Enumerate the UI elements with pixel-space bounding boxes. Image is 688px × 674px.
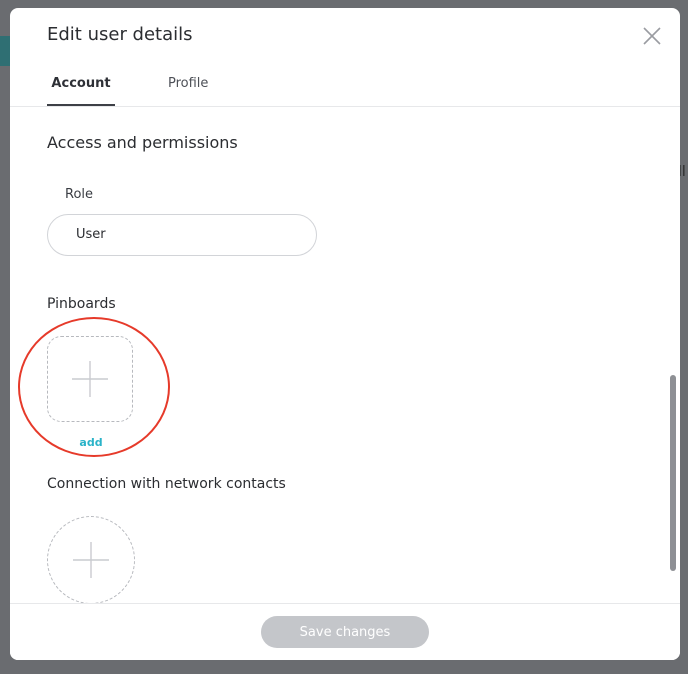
active-tab-indicator	[47, 104, 115, 106]
close-icon[interactable]	[640, 24, 664, 48]
modal-title: Edit user details	[47, 24, 193, 45]
pinboards-title: Pinboards	[47, 296, 116, 312]
tab-profile[interactable]: Profile	[168, 76, 208, 91]
save-changes-button[interactable]: Save changes	[261, 616, 429, 648]
modal-scroll-content: Access and permissions Role User Pinboar…	[10, 107, 680, 604]
plus-icon	[73, 542, 109, 578]
add-contact-button[interactable]	[47, 516, 135, 604]
tab-account[interactable]: Account	[47, 76, 115, 91]
role-select[interactable]: User	[47, 214, 317, 256]
connection-title: Connection with network contacts	[47, 476, 286, 492]
plus-icon	[72, 361, 108, 397]
background-chip	[0, 36, 10, 66]
role-label: Role	[65, 187, 94, 202]
role-value: User	[76, 227, 106, 242]
edit-user-modal: Edit user details Account Profile Access…	[10, 8, 680, 660]
add-pinboard-label[interactable]: add	[47, 436, 135, 449]
scrollbar-thumb[interactable]	[670, 375, 676, 571]
access-section-title: Access and permissions	[47, 133, 238, 152]
modal-footer: Save changes	[10, 603, 680, 660]
add-pinboard-button[interactable]	[47, 336, 133, 422]
modal-header: Edit user details Account Profile	[10, 8, 680, 107]
